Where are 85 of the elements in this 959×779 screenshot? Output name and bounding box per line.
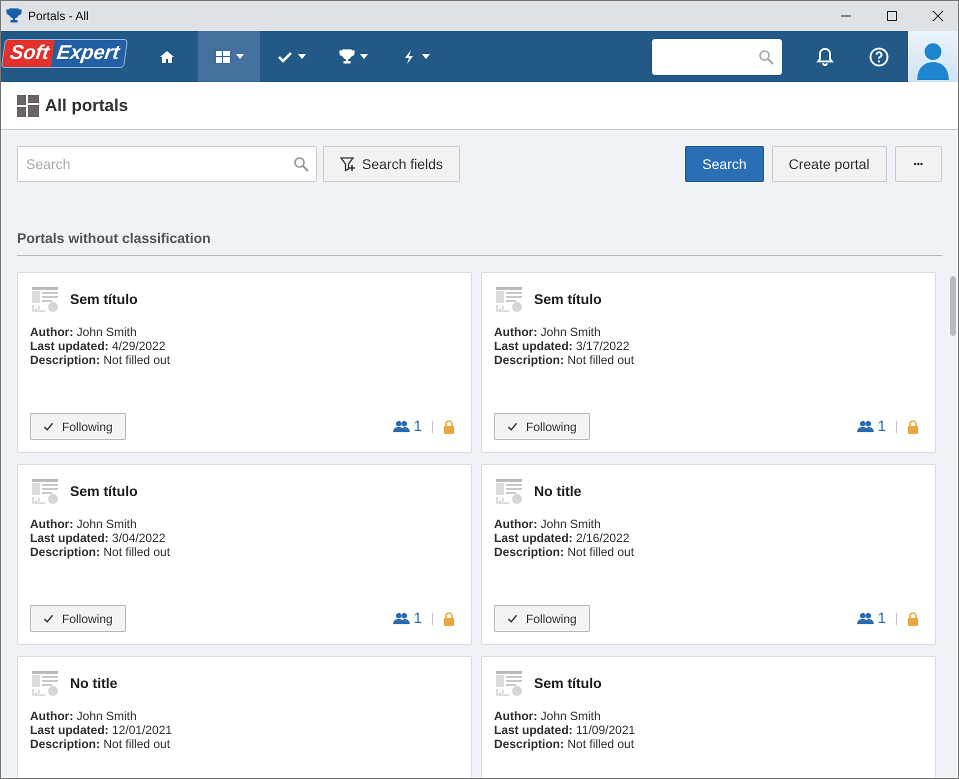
- caret-icon: [236, 54, 244, 59]
- home-icon: [159, 48, 176, 64]
- window-title: Portals - All: [28, 9, 89, 23]
- member-count: 1: [878, 610, 886, 627]
- author-text: Author: John Smith: [494, 517, 602, 531]
- filter-icon: [340, 156, 356, 172]
- member-count: 1: [414, 418, 422, 435]
- users-icon: [856, 612, 874, 625]
- check-icon: [43, 613, 54, 624]
- portal-thumbnail-icon: [30, 477, 60, 505]
- lock-icon: [443, 420, 455, 434]
- users-icon: [856, 420, 874, 433]
- maximize-icon[interactable]: [886, 10, 898, 22]
- nav-menu-button[interactable]: [198, 31, 260, 82]
- lock-icon: [443, 612, 455, 626]
- caret-icon: [360, 54, 368, 59]
- lock-icon: [907, 420, 919, 434]
- author-text: Author: John Smith: [30, 709, 138, 723]
- following-button[interactable]: Following: [30, 413, 126, 440]
- page-title: All portals: [45, 96, 128, 116]
- grid-icon: [214, 48, 231, 64]
- search-icon: [293, 156, 309, 172]
- following-button[interactable]: Following: [494, 605, 590, 632]
- trophy-icon: [338, 48, 355, 64]
- portal-thumbnail-icon: [30, 669, 60, 697]
- portal-card[interactable]: Sem título Author: John Smith Last updated: 3/04/2022 Description: Not filled out Following 1: [17, 464, 472, 645]
- more-button[interactable]: •••: [894, 146, 942, 182]
- check-icon: [507, 421, 518, 432]
- portal-card[interactable]: Sem título Author: John Smith Last updated: 11/09/2021 Description: Not filled out: [481, 656, 936, 778]
- trophy-icon: [6, 8, 22, 24]
- following-button[interactable]: Following: [30, 605, 126, 632]
- portal-title[interactable]: No title: [70, 675, 118, 691]
- member-count: 1: [878, 418, 886, 435]
- check-icon: [507, 613, 518, 624]
- avatar[interactable]: [908, 31, 958, 82]
- description-text: Description: Not filled out: [30, 353, 172, 367]
- description-text: Description: Not filled out: [494, 737, 636, 751]
- create-portal-button[interactable]: Create portal: [772, 146, 887, 182]
- portal-thumbnail-icon: [494, 669, 524, 697]
- portal-title[interactable]: Sem título: [70, 291, 138, 307]
- caret-icon: [298, 54, 306, 59]
- description-text: Description: Not filled out: [494, 545, 636, 559]
- close-icon[interactable]: [932, 10, 944, 22]
- portal-title[interactable]: Sem título: [70, 483, 138, 499]
- check-icon: [43, 421, 54, 432]
- author-text: Author: John Smith: [30, 517, 138, 531]
- last-updated-text: Last updated: 4/29/2022: [30, 339, 166, 353]
- portal-title[interactable]: Sem título: [534, 291, 602, 307]
- search-field[interactable]: [652, 38, 782, 74]
- portal-card[interactable]: No title Author: John Smith Last updated: 2/16/2022 Description: Not filled out Following 1: [481, 464, 936, 645]
- section-title: Portals without classification: [17, 230, 942, 256]
- portal-thumbnail-icon: [494, 285, 524, 313]
- author-text: Author: John Smith: [494, 325, 602, 339]
- lock-icon: [907, 612, 919, 626]
- search-icon: [758, 48, 774, 64]
- search-button[interactable]: Search: [685, 146, 764, 182]
- users-icon: [392, 420, 410, 433]
- portal-card[interactable]: Sem título Author: John Smith Last updated: 4/29/2022 Description: Not filled out Following 1: [17, 272, 472, 453]
- portal-title[interactable]: Sem título: [534, 675, 602, 691]
- last-updated-text: Last updated: 3/17/2022: [494, 339, 630, 353]
- description-text: Description: Not filled out: [494, 353, 636, 367]
- caret-icon: [422, 54, 430, 59]
- last-updated-text: Last updated: 12/01/2021: [30, 723, 174, 737]
- users-icon: [392, 612, 410, 625]
- last-updated-text: Last updated: 11/09/2021: [494, 723, 636, 737]
- last-updated-text: Last updated: 3/04/2022: [30, 531, 166, 545]
- following-button[interactable]: Following: [494, 413, 590, 440]
- grid-icon: [17, 94, 39, 116]
- portal-thumbnail-icon: [494, 477, 524, 505]
- description-text: Description: Not filled out: [30, 737, 172, 751]
- last-updated-text: Last updated: 2/16/2022: [494, 531, 630, 545]
- portal-card[interactable]: No title Author: John Smith Last updated: 12/01/2021 Description: Not filled out: [17, 656, 472, 778]
- portal-title[interactable]: No title: [534, 483, 582, 499]
- logo[interactable]: Soft Expert: [1, 39, 128, 68]
- author-text: Author: John Smith: [494, 709, 602, 723]
- search-fields-button[interactable]: Search fields: [323, 146, 460, 182]
- bell-icon[interactable]: [815, 46, 835, 66]
- portal-thumbnail-icon: [30, 285, 60, 313]
- scrollbar-thumb[interactable]: [950, 276, 956, 336]
- portal-card[interactable]: Sem título Author: John Smith Last updated: 3/17/2022 Description: Not filled out Following 1: [481, 272, 936, 453]
- author-text: Author: John Smith: [30, 325, 138, 339]
- description-text: Description: Not filled out: [30, 545, 172, 559]
- search-field[interactable]: Search: [17, 146, 317, 182]
- help-icon[interactable]: [869, 46, 889, 66]
- member-count: 1: [414, 610, 422, 627]
